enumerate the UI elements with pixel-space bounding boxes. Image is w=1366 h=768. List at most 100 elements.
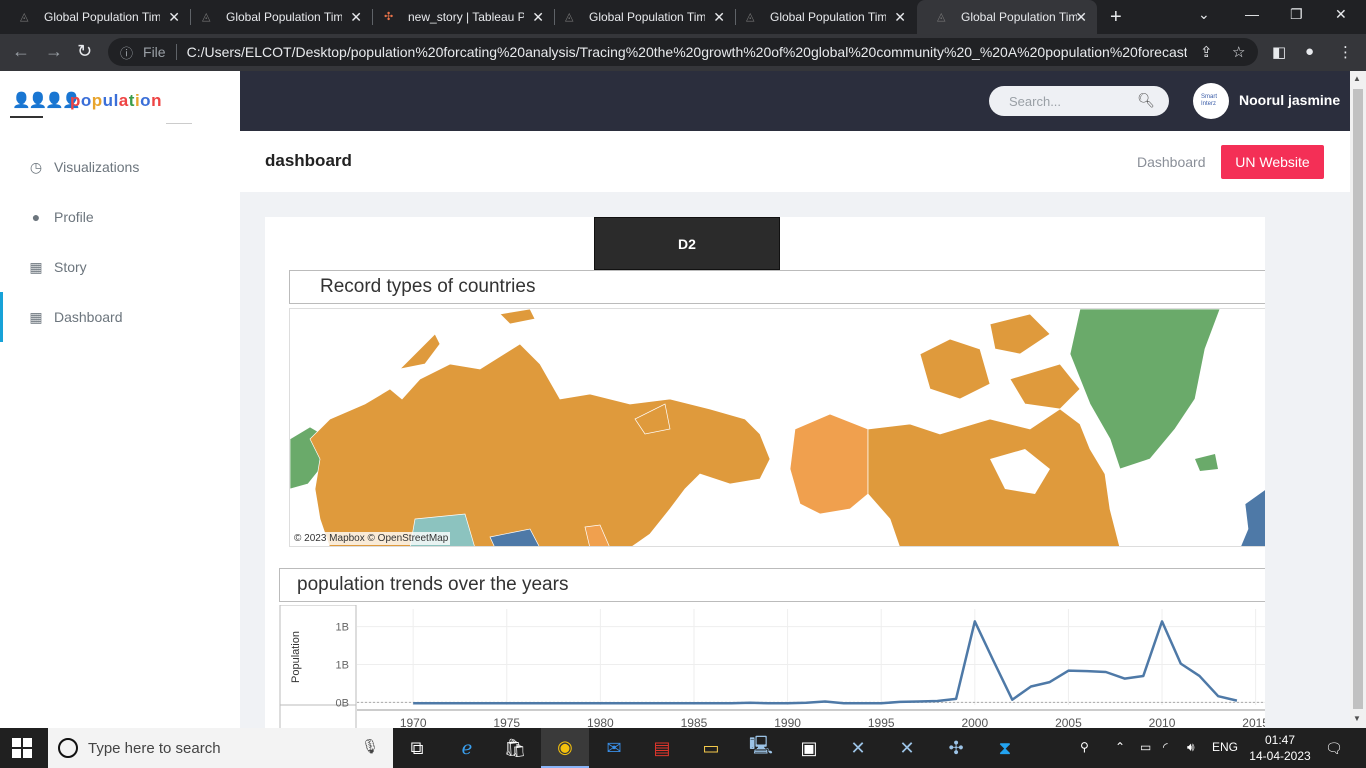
- language-indicator[interactable]: ENG: [1212, 740, 1238, 754]
- close-icon[interactable]: ✕: [1075, 10, 1087, 24]
- sidebar-item-label: Visualizations: [54, 159, 140, 175]
- un-website-button[interactable]: UN Website: [1221, 145, 1324, 179]
- sidebar-item-visualizations[interactable]: ◷ Visualizations: [0, 142, 240, 192]
- file-explorer-icon[interactable]: ▭: [687, 728, 735, 768]
- population-line-chart[interactable]: 0B 1B 1B Population 1970 1975 1980 1985 1990 1995…: [279, 605, 1265, 728]
- x-tick-label: 2005: [1055, 716, 1082, 728]
- bookmark-star-icon[interactable]: ☆: [1232, 43, 1245, 61]
- browser-tab[interactable]: ◬ Global Population Tim ✕: [0, 0, 190, 34]
- back-button[interactable]: ←: [12, 42, 30, 60]
- edge-icon[interactable]: ℯ: [443, 728, 491, 768]
- logo-underline: [10, 116, 43, 118]
- microphone-icon[interactable]: 🎙︎: [361, 738, 379, 755]
- browser-tab-active[interactable]: ◬ Global Population Tim ✕: [917, 0, 1097, 34]
- map-region-uk: [1240, 489, 1265, 546]
- new-tab-button[interactable]: +: [1110, 6, 1122, 29]
- web-page: 👤👤👤👤 population ◷ Visualizations ● Profi…: [0, 71, 1350, 728]
- menu-kebab-icon[interactable]: ⋮: [1338, 43, 1353, 61]
- app-icon[interactable]: ✕: [834, 728, 882, 768]
- logo-divider: [166, 123, 192, 124]
- taskbar-search-placeholder: Type here to search: [88, 739, 221, 757]
- forward-button[interactable]: →: [45, 42, 63, 60]
- mail-icon[interactable]: ✉: [590, 728, 638, 768]
- scroll-up-arrow-icon[interactable]: ▲: [1353, 74, 1361, 83]
- world-map[interactable]: © 2023 Mapbox © OpenStreetMap: [289, 308, 1265, 547]
- sidebar-item-story[interactable]: ▦ Story: [0, 242, 240, 292]
- profile-icon[interactable]: ●: [1305, 43, 1314, 60]
- restore-button[interactable]: ❐: [1290, 6, 1303, 23]
- taskbar-search-input[interactable]: Type here to search 🎙︎: [48, 728, 393, 768]
- close-icon[interactable]: ✕: [894, 10, 906, 24]
- scroll-thumb[interactable]: [1353, 89, 1363, 709]
- minimize-button[interactable]: —: [1245, 6, 1259, 22]
- people-logo-icon: 👤👤👤👤: [12, 92, 81, 109]
- map-region-franz-josef: [499, 309, 536, 325]
- people-icon[interactable]: ⚲: [1080, 740, 1089, 754]
- store-icon[interactable]: 🛍︎: [491, 728, 539, 768]
- map-region-greenland: [1069, 309, 1221, 470]
- windows-start-icon[interactable]: [12, 738, 32, 758]
- scroll-down-arrow-icon[interactable]: ▼: [1353, 714, 1361, 723]
- search-input[interactable]: Search... 🔍︎: [989, 86, 1169, 116]
- search-icon[interactable]: 🔍︎: [1137, 92, 1155, 109]
- terminal-icon[interactable]: ▣: [785, 728, 833, 768]
- x-tick-label: 2015: [1242, 716, 1265, 728]
- tab-search-chevron-icon[interactable]: ⌄: [1198, 6, 1210, 23]
- sidebar: 👤👤👤👤 population ◷ Visualizations ● Profi…: [0, 71, 240, 728]
- map-region-russia: [309, 343, 771, 546]
- x-tick-label: 1990: [774, 716, 801, 728]
- sidebar-item-label: Dashboard: [54, 309, 123, 325]
- map-region-canada: [867, 408, 1120, 546]
- url-bar[interactable]: ⓘ File C:/Users/ELCOT/Desktop/population…: [108, 38, 1258, 66]
- volume-icon[interactable]: 🔊︎: [1187, 740, 1195, 755]
- browser-tab[interactable]: ◬ Global Population Tim ✕: [182, 0, 372, 34]
- sidebar-item-profile[interactable]: ● Profile: [0, 192, 240, 242]
- avatar[interactable]: Smart Interz: [1193, 83, 1229, 119]
- clock[interactable]: 01:47 14-04-2023: [1248, 732, 1312, 764]
- sidebar-item-label: Story: [54, 259, 87, 275]
- vscode-icon[interactable]: ⧗: [981, 728, 1029, 768]
- url-text[interactable]: C:/Users/ELCOT/Desktop/population%20forc…: [187, 44, 1187, 60]
- close-icon[interactable]: ✕: [532, 10, 544, 24]
- tableau-icon: ◬: [202, 11, 211, 23]
- share-icon[interactable]: ⇪: [1200, 43, 1213, 61]
- sidepanel-icon[interactable]: ◧: [1272, 43, 1286, 61]
- file-label: File: [143, 44, 166, 60]
- close-icon[interactable]: ✕: [713, 10, 725, 24]
- map-region-canadian-islands: [919, 338, 991, 400]
- map-region-novaya-zemlya: [398, 333, 441, 370]
- pdf-icon[interactable]: ▤: [638, 728, 686, 768]
- notification-icon[interactable]: 🗨︎: [1325, 740, 1343, 757]
- tableau-app-icon[interactable]: ✣: [932, 728, 980, 768]
- info-icon[interactable]: ⓘ: [120, 43, 133, 62]
- map-title: Record types of countries: [289, 270, 1265, 304]
- breadcrumb[interactable]: Dashboard: [1137, 154, 1206, 170]
- battery-icon[interactable]: ▭: [1140, 740, 1151, 754]
- tab-d2[interactable]: D2: [594, 217, 780, 270]
- reload-button[interactable]: ↻: [77, 42, 92, 60]
- logo-text[interactable]: population: [70, 91, 162, 111]
- x-tick-label: 1995: [868, 716, 895, 728]
- page-scrollbar[interactable]: ▲ ▼: [1350, 71, 1366, 728]
- chevron-up-icon[interactable]: ⌃: [1115, 740, 1125, 754]
- task-view-icon[interactable]: ⧉: [393, 728, 441, 768]
- map-region-iceland: [1195, 454, 1218, 471]
- browser-tab[interactable]: ◬ Global Population Tim ✕: [545, 0, 735, 34]
- map-attribution[interactable]: © 2023 Mapbox © OpenStreetMap: [292, 532, 451, 545]
- table-icon: ▦: [29, 258, 43, 275]
- browser-tab[interactable]: ◬ Global Population Tim ✕: [726, 0, 916, 34]
- close-window-button[interactable]: ✕: [1335, 6, 1347, 23]
- close-icon[interactable]: ✕: [168, 10, 180, 24]
- search-placeholder: Search...: [1009, 93, 1062, 109]
- browser-tab[interactable]: ✣ new_story | Tableau Pu ✕: [364, 0, 554, 34]
- app-icon[interactable]: ✕: [883, 728, 931, 768]
- username[interactable]: Noorul jasmine: [1239, 92, 1340, 108]
- chrome-icon[interactable]: ◉: [541, 728, 589, 768]
- dashboard-card: D2 Record types of countries © 2023 Mapb…: [265, 217, 1265, 728]
- sidebar-item-dashboard[interactable]: ▦ Dashboard: [0, 292, 240, 342]
- wifi-icon[interactable]: ◜: [1163, 740, 1168, 754]
- map-region-alaska: [789, 413, 869, 515]
- x-tick-label: 1980: [587, 716, 614, 728]
- close-icon[interactable]: ✕: [350, 10, 362, 24]
- computer-icon[interactable]: 🖳: [737, 728, 785, 768]
